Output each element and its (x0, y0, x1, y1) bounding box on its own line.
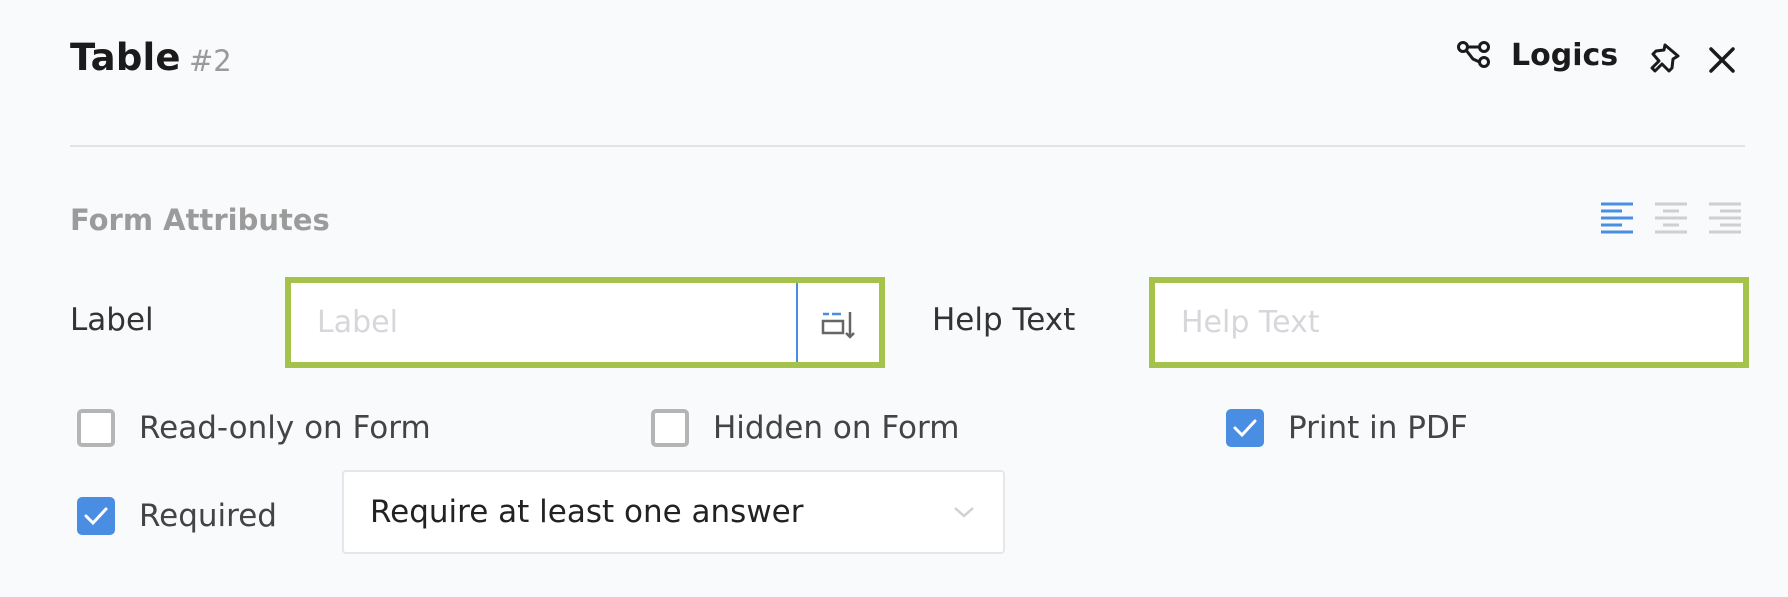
print-in-pdf-checkbox-row[interactable]: Print in PDF (1226, 409, 1468, 447)
insert-field-button[interactable] (796, 283, 879, 362)
required-rule-value: Require at least one answer (370, 494, 804, 530)
logic-graph-icon (1457, 39, 1491, 73)
pin-icon (1650, 43, 1680, 73)
label-field-label: Label (70, 302, 154, 338)
read-only-label: Read-only on Form (139, 410, 431, 446)
read-only-checkbox[interactable] (77, 409, 115, 447)
align-right-icon (1709, 202, 1741, 234)
logics-button[interactable]: Logics (1457, 38, 1618, 73)
element-number: #2 (189, 44, 232, 78)
required-label: Required (139, 498, 277, 534)
label-alignment-group (1600, 200, 1742, 234)
read-only-checkbox-row[interactable]: Read-only on Form (77, 409, 431, 447)
checkmark-icon (84, 507, 108, 526)
form-attributes-heading: Form Attributes (70, 203, 330, 237)
hidden-checkbox[interactable] (651, 409, 689, 447)
print-in-pdf-checkbox[interactable] (1226, 409, 1264, 447)
checkmark-icon (1233, 419, 1257, 438)
insert-field-icon (821, 311, 855, 339)
print-in-pdf-label: Print in PDF (1288, 410, 1468, 446)
chevron-down-icon (954, 507, 974, 518)
panel-title: Table (70, 36, 181, 79)
logics-label: Logics (1511, 38, 1619, 73)
pin-button[interactable] (1643, 40, 1683, 80)
align-right-button[interactable] (1708, 200, 1742, 234)
label-input[interactable] (291, 283, 796, 362)
hidden-checkbox-row[interactable]: Hidden on Form (651, 409, 959, 447)
help-text-input[interactable] (1155, 283, 1743, 362)
required-checkbox-row[interactable]: Required (77, 497, 277, 535)
required-rule-select[interactable]: Require at least one answer (342, 470, 1005, 554)
close-icon (1709, 47, 1735, 73)
required-checkbox[interactable] (77, 497, 115, 535)
hidden-label: Hidden on Form (713, 410, 960, 446)
close-button[interactable] (1702, 40, 1742, 80)
label-field-wrapper (285, 277, 885, 368)
header-divider (70, 145, 1745, 147)
align-center-icon (1655, 202, 1687, 234)
help-text-field-label: Help Text (932, 302, 1076, 338)
align-left-icon (1601, 202, 1633, 234)
align-center-button[interactable] (1654, 200, 1688, 234)
help-text-field-wrapper (1149, 277, 1749, 368)
align-left-button[interactable] (1600, 200, 1634, 234)
